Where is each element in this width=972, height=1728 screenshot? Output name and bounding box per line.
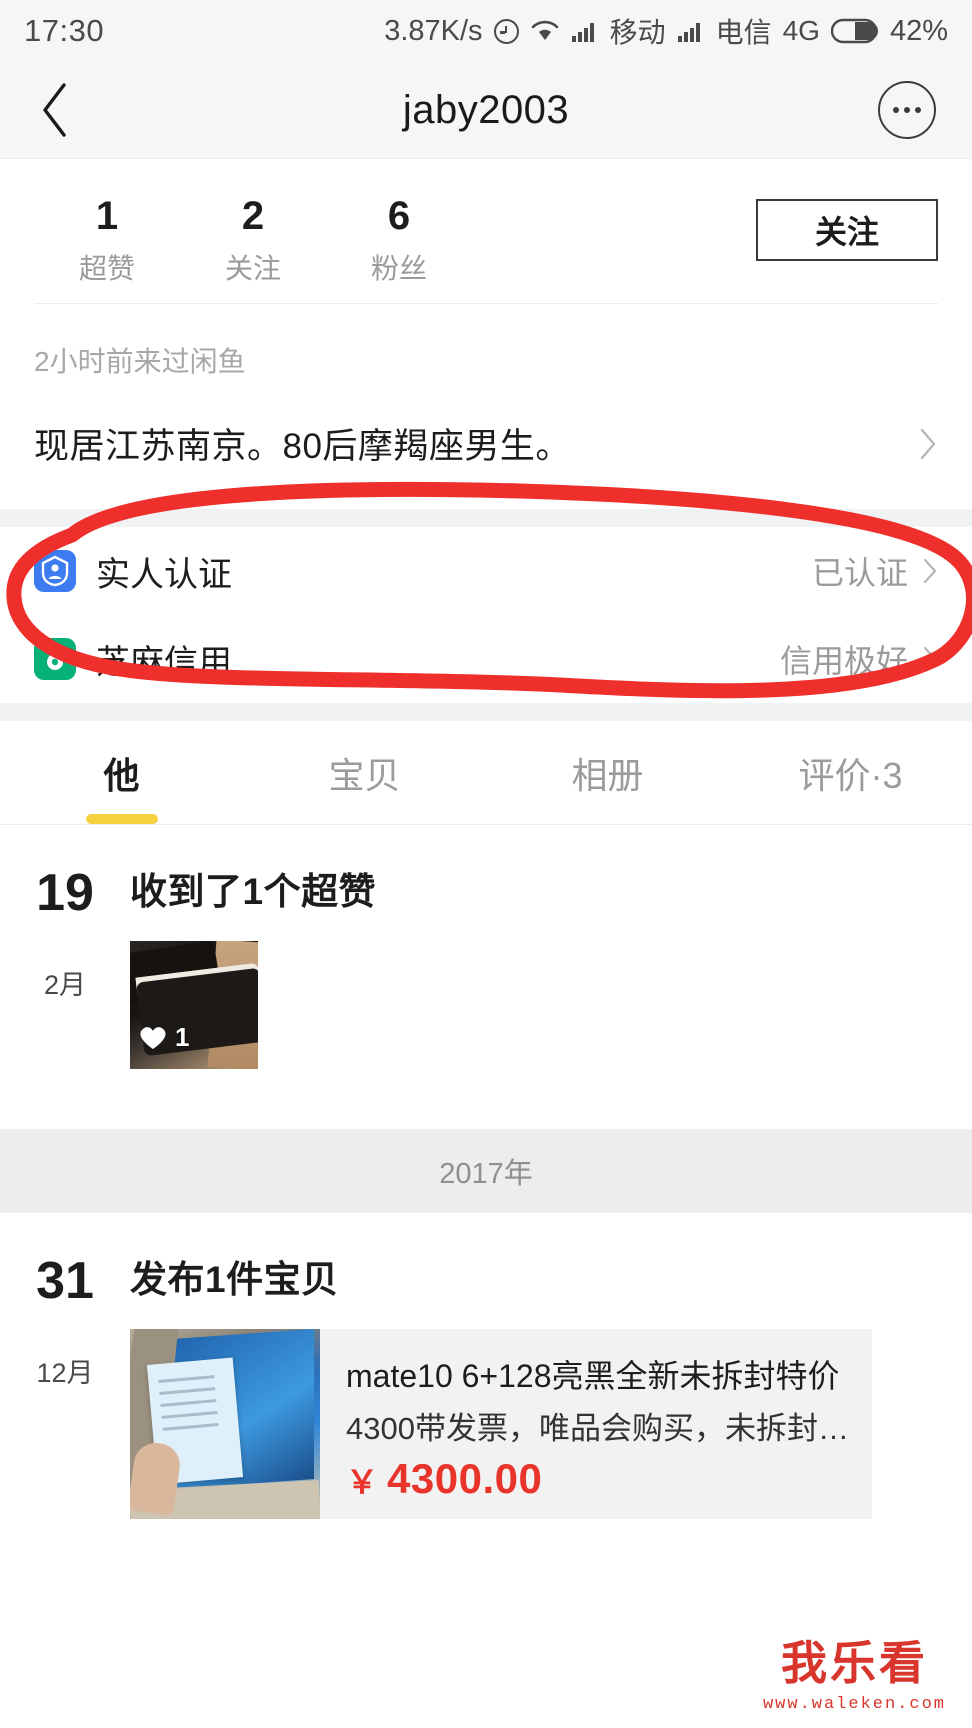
product-title: mate10 6+128亮黑全新未拆封特价 [346,1358,840,1394]
year-divider: 2017年 [0,1129,972,1213]
like-badge: 1 [138,1022,189,1053]
stat-super-likes[interactable]: 1 超赞 [34,193,180,287]
chevron-right-icon [918,427,938,461]
price-amount: 4300.00 [387,1455,543,1503]
stat-value: 6 [387,194,411,238]
tab-indicator [85,814,158,824]
carrier-1-label: 移动 [609,17,666,48]
entry-day: 31 [36,1252,94,1310]
alarm-icon [493,18,519,44]
last-seen-text: 2小时前来过闲鱼 [34,346,246,377]
feed-spacer [0,1069,972,1129]
credential-label: 芝麻信用 [96,643,232,682]
title-bar: jaby2003 [0,62,972,159]
bio-text: 现居江苏南京。80后摩羯座男生。 [34,427,571,466]
stats-row: 1 超赞 2 关注 6 粉丝 关注 [34,159,938,289]
feed-entry[interactable]: 19 2月 收到了1个超赞 1 [0,825,972,1069]
dot-icon [915,107,921,113]
dot-icon [904,107,910,113]
chevron-right-icon [922,557,938,585]
credential-value: 已认证 [811,555,908,591]
tab-label: 相册 [571,754,644,796]
entry-title: 发布1件宝贝 [130,1259,339,1300]
product-info: mate10 6+128亮黑全新未拆封特价 4300带发票，唯品会购买，未拆封，… [320,1329,872,1519]
signal-icon [571,19,599,43]
stat-fans[interactable]: 6 粉丝 [326,193,472,287]
stat-following[interactable]: 2 关注 [180,193,326,287]
profile-section: 1 超赞 2 关注 6 粉丝 关注 2小时前来过闲鱼 现居江苏南京。80后摩羯座… [0,159,972,509]
like-count: 1 [175,1022,190,1052]
credential-row-sesame-credit[interactable]: 芝麻信用 信用极好 [0,615,972,703]
activity-feed: 19 2月 收到了1个超赞 1 2017年 31 12月 发布1件宝贝 mate… [0,825,972,1519]
entry-month: 12月 [36,1358,94,1388]
signal-icon [677,19,705,43]
credentials-section: 实人认证 已认证 芝麻信用 信用极好 [0,481,972,721]
tab-album[interactable]: 相册 [486,721,729,824]
heart-icon [140,1027,166,1049]
sesame-credit-icon [34,638,76,680]
tab-indicator [329,814,401,824]
stat-value: 1 [95,194,119,238]
credentials-card: 实人认证 已认证 芝麻信用 信用极好 [0,527,972,703]
wifi-icon [530,19,560,43]
status-bar: 17:30 3.87K/s 移动 电信 4G 42% [0,0,972,62]
chevron-right-icon [922,645,938,673]
product-price: ￥ 4300.00 [346,1455,850,1503]
entry-body: 发布1件宝贝 mate10 6+128亮黑全新未拆封特价 4300带发票，唯品会… [130,1249,972,1519]
tab-label: 评价·3 [798,754,903,796]
battery-icon [830,18,879,44]
stat-label: 粉丝 [370,253,427,285]
credential-row-real-name[interactable]: 实人认证 已认证 [0,527,972,615]
battery-percent: 42% [889,14,948,47]
follow-button[interactable]: 关注 [756,199,938,261]
watermark-name: 我乐看 [780,1637,928,1689]
tab-items[interactable]: 宝贝 [243,721,486,824]
page-title: jaby2003 [402,87,570,132]
tab-about[interactable]: 他 [0,721,243,824]
entry-date: 19 2月 [0,861,130,1069]
entry-month: 2月 [43,970,87,1000]
tab-indicator [572,814,644,824]
credential-value: 信用极好 [779,643,908,679]
entry-date: 31 12月 [0,1249,130,1519]
tab-bar: 他 宝贝 相册 评价·3 [0,721,972,825]
real-name-verification-icon [34,550,76,592]
watermark: 我乐看 www.waleken.com [763,1627,946,1714]
entry-day: 19 [36,864,94,922]
credential-label: 实人认证 [96,555,232,594]
tab-indicator [815,814,887,824]
tab-label: 宝贝 [328,754,401,796]
more-options-button[interactable] [878,81,936,139]
carrier-2-label: 电信 [715,17,772,48]
network-speed: 3.87K/s [384,14,483,47]
tab-reviews[interactable]: 评价·3 [729,721,972,824]
watermark-url: www.waleken.com [762,1695,946,1714]
entry-body: 收到了1个超赞 1 [130,861,972,1069]
product-card[interactable]: mate10 6+128亮黑全新未拆封特价 4300带发票，唯品会购买，未拆封，… [130,1329,872,1519]
network-type-label: 4G [782,15,820,46]
tab-label: 他 [103,754,140,796]
currency-symbol: ￥ [346,1464,379,1501]
status-time: 17:30 [24,13,105,48]
stat-label: 关注 [224,253,281,285]
stat-label: 超赞 [78,253,135,285]
product-description: 4300带发票，唯品会购买，未拆封，… [346,1410,850,1446]
feed-entry[interactable]: 31 12月 发布1件宝贝 mate10 6+128亮黑全新未拆封特价 4300… [0,1213,972,1519]
product-image [130,1329,320,1519]
dot-icon [893,107,899,113]
app-root: 17:30 3.87K/s 移动 电信 4G 42% jaby2003 1 超赞… [0,0,972,1728]
stat-value: 2 [241,194,265,238]
entry-thumbnail[interactable]: 1 [130,941,258,1069]
entry-title: 收到了1个超赞 [130,871,377,912]
bio-row[interactable]: 现居江苏南京。80后摩羯座男生。 [34,380,938,509]
